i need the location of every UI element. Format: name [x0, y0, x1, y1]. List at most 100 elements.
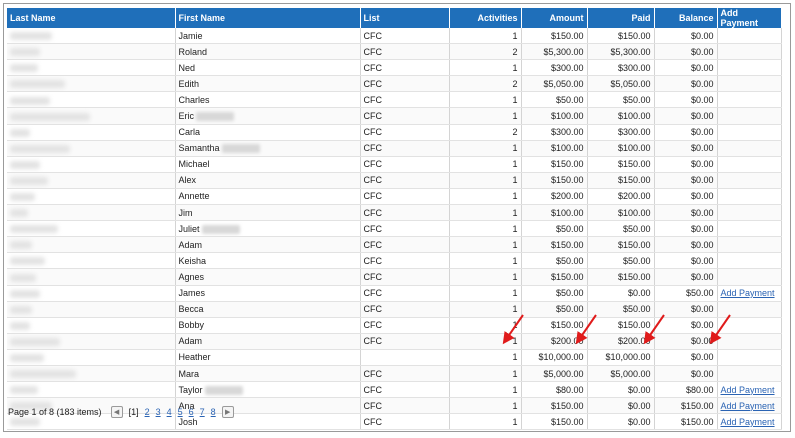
- cell-balance-text: $0.00: [690, 94, 714, 105]
- cell-paid-text: $150.00: [617, 30, 651, 41]
- cell-paid: $300.00: [587, 124, 655, 141]
- table-container: Last Name First Name List Activities Amo…: [7, 8, 782, 431]
- cell-paid: $150.00: [587, 268, 655, 286]
- cell-activities-text: 1: [512, 320, 518, 331]
- pager-page-link[interactable]: 8: [211, 407, 216, 417]
- cell-list-text: CFC: [363, 127, 383, 138]
- cell-paid: $50.00: [587, 301, 655, 318]
- cell-amount-text: $150.00: [550, 159, 584, 170]
- cell-add-payment: Add Payment: [717, 413, 782, 431]
- cell-paid: $0.00: [587, 397, 655, 415]
- cell-balance: $50.00: [654, 285, 718, 302]
- cell-activities: 1: [449, 365, 522, 383]
- cell-paid: $100.00: [587, 204, 655, 222]
- col-header-last-name[interactable]: Last Name: [7, 8, 176, 28]
- cell-first-name-text: James: [178, 288, 206, 299]
- pager-current-page: [1]: [128, 407, 139, 417]
- cell-activities-text: 1: [512, 416, 518, 427]
- redacted-last-name: [10, 128, 30, 137]
- cell-amount: $150.00: [521, 28, 588, 45]
- cell-paid: $150.00: [587, 317, 655, 334]
- cell-balance: $0.00: [654, 188, 718, 206]
- cell-paid-text: $50.00: [622, 304, 651, 315]
- add-payment-link[interactable]: Add Payment: [721, 385, 775, 395]
- cell-last-name: [7, 156, 176, 173]
- cell-paid: $0.00: [587, 381, 655, 399]
- cell-amount: $200.00: [521, 188, 588, 206]
- pager-page-link[interactable]: 4: [167, 407, 172, 417]
- col-header-paid[interactable]: Paid: [587, 8, 655, 28]
- chevron-right-icon[interactable]: ▶: [221, 406, 234, 418]
- cell-activities-text: 1: [512, 336, 518, 347]
- cell-last-name: [7, 381, 176, 399]
- chevron-left-icon[interactable]: ◀: [110, 406, 123, 418]
- pager-page-link[interactable]: 6: [189, 407, 194, 417]
- cell-amount-text: $100.00: [550, 111, 584, 122]
- cell-activities: 1: [449, 285, 522, 302]
- cell-add-payment: [717, 124, 782, 141]
- cell-activities: 1: [449, 156, 522, 173]
- cell-activities: 1: [449, 204, 522, 222]
- cell-add-payment: [717, 365, 782, 383]
- cell-activities: 1: [449, 397, 522, 415]
- cell-paid-text: $0.00: [627, 416, 651, 427]
- cell-first-name: Edith: [175, 75, 361, 93]
- cell-paid-text: $200.00: [617, 336, 651, 347]
- col-header-activities[interactable]: Activities: [449, 8, 522, 28]
- cell-activities-text: 1: [512, 288, 518, 299]
- cell-list: CFC: [360, 285, 450, 302]
- cell-last-name: [7, 107, 176, 125]
- cell-balance: $0.00: [654, 333, 718, 350]
- cell-first-name-text: Adam: [178, 239, 203, 250]
- add-payment-link[interactable]: Add Payment: [721, 401, 775, 411]
- pager-page-link[interactable]: 7: [200, 407, 205, 417]
- cell-activities: 1: [449, 381, 522, 399]
- table-row: Juliet CFC 1 $50.00 $50.00 $0.00: [7, 220, 782, 238]
- col-header-list[interactable]: List: [360, 8, 450, 28]
- cell-paid: $50.00: [587, 91, 655, 109]
- table-row: Adam CFC 1 $150.00 $150.00 $0.00: [7, 236, 782, 254]
- cell-balance-text: $0.00: [690, 336, 714, 347]
- cell-paid-text: $5,300.00: [610, 46, 651, 57]
- cell-first-name: Adam: [175, 333, 361, 350]
- cell-last-name: [7, 59, 176, 77]
- cell-paid: $5,000.00: [587, 365, 655, 383]
- add-payment-link[interactable]: Add Payment: [721, 417, 775, 427]
- cell-list-text: CFC: [363, 62, 383, 73]
- cell-first-name: Keisha: [175, 252, 361, 270]
- pager-page-link[interactable]: 2: [145, 407, 150, 417]
- redacted-last-name: [10, 32, 52, 41]
- redacted-last-name: [10, 80, 65, 89]
- cell-list: CFC: [360, 91, 450, 109]
- cell-amount-text: $150.00: [550, 271, 584, 282]
- cell-first-name: Jim: [175, 204, 361, 222]
- cell-list-text: CFC: [363, 223, 383, 234]
- cell-add-payment: [717, 43, 782, 61]
- cell-list-text: CFC: [363, 368, 383, 379]
- cell-add-payment: [717, 301, 782, 318]
- pager-page-link[interactable]: 3: [156, 407, 161, 417]
- cell-amount-text: $300.00: [550, 127, 584, 138]
- cell-last-name: [7, 268, 176, 286]
- cell-last-name: [7, 172, 176, 189]
- col-header-first-name[interactable]: First Name: [175, 8, 361, 28]
- cell-first-name: Mara: [175, 365, 361, 383]
- cell-last-name: [7, 188, 176, 206]
- cell-amount: $150.00: [521, 397, 588, 415]
- cell-balance-text: $0.00: [690, 30, 714, 41]
- col-header-balance[interactable]: Balance: [654, 8, 718, 28]
- cell-balance-text: $0.00: [690, 46, 714, 57]
- cell-amount: $150.00: [521, 156, 588, 173]
- cell-list-text: CFC: [363, 30, 383, 41]
- cell-activities-text: 2: [512, 46, 518, 57]
- cell-balance-text: $0.00: [690, 143, 714, 154]
- table-row: Michael CFC 1 $150.00 $150.00 $0.00: [7, 156, 782, 173]
- add-payment-link[interactable]: Add Payment: [721, 288, 775, 298]
- cell-amount: $150.00: [521, 172, 588, 189]
- col-header-amount[interactable]: Amount: [521, 8, 588, 28]
- pager-page-link[interactable]: 5: [178, 407, 183, 417]
- cell-activities-text: 1: [512, 62, 518, 73]
- cell-amount-text: $10,000.00: [538, 352, 584, 363]
- cell-add-payment: [717, 220, 782, 238]
- cell-balance-text: $0.00: [690, 207, 714, 218]
